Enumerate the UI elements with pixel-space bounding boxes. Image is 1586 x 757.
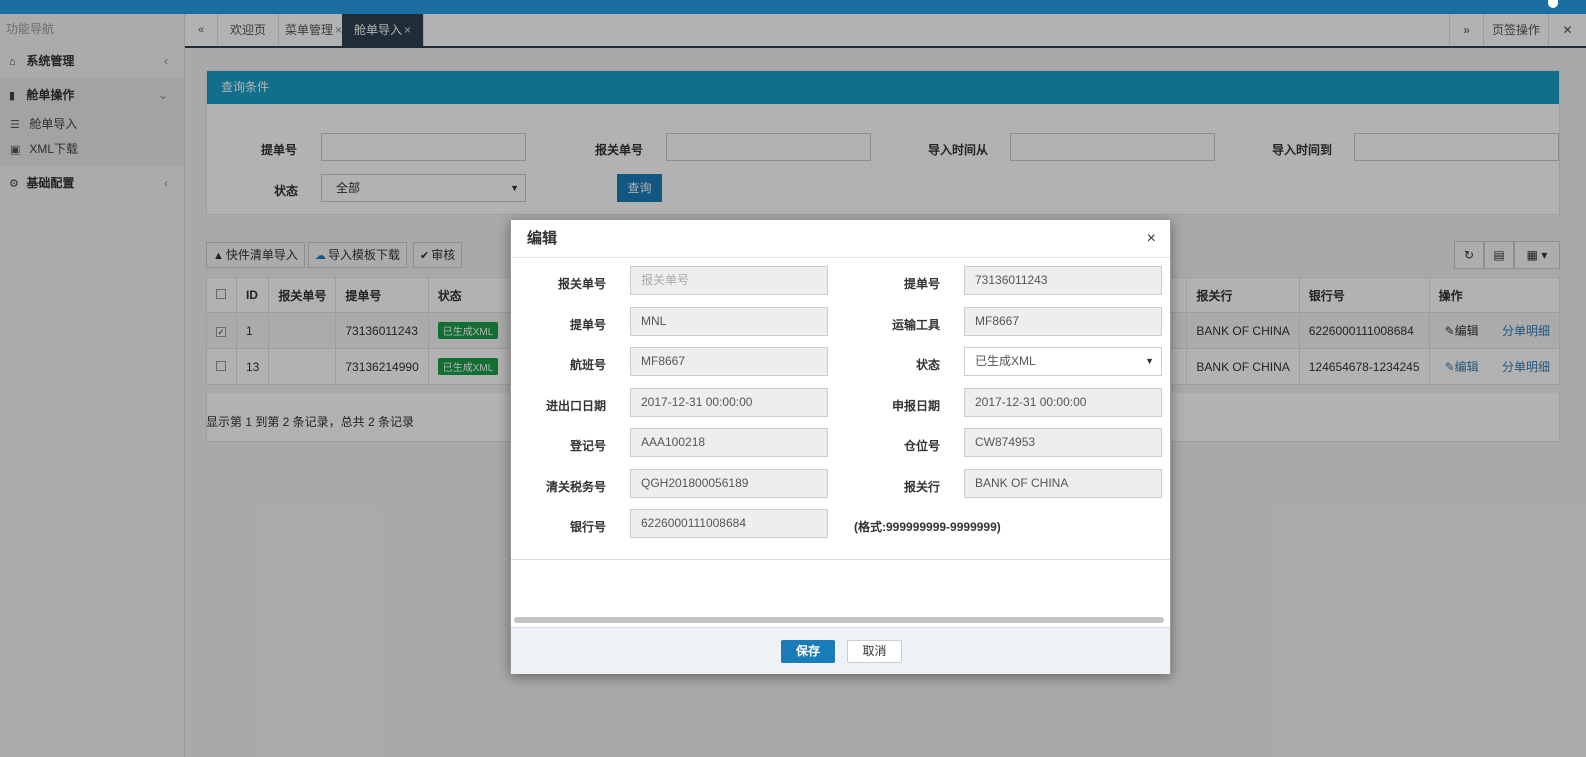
status-select[interactable]: 已生成XML ▼ <box>964 347 1162 376</box>
edit-modal: 编辑 × 报关单号 报关单号 提单号 73136011243 提单号 MNL 运… <box>510 219 1171 674</box>
field-label-status: 状态 <box>915 358 940 372</box>
field-label-transport: 运输工具 <box>891 318 940 332</box>
field-label-reg-no: 登记号 <box>569 439 606 453</box>
field-label-broker: 报关行 <box>903 480 940 494</box>
broker-field[interactable]: BANK OF CHINA <box>964 469 1162 498</box>
field-label-bank-no: 银行号 <box>569 520 606 534</box>
user-avatar-icon[interactable] <box>1548 0 1558 8</box>
modal-title: 编辑 <box>527 230 558 247</box>
field-label-customs-no: 报关单号 <box>557 277 606 291</box>
field-label-io-date: 进出口日期 <box>545 399 606 413</box>
io-date-field[interactable]: 2017-12-31 00:00:00 <box>630 388 828 417</box>
flight-no-field[interactable]: MF8667 <box>630 347 828 376</box>
field-label-bill-no-2: 提单号 <box>569 318 606 332</box>
tax-no-field[interactable]: QGH201800056189 <box>630 469 828 498</box>
modal-header: 编辑 × <box>511 220 1170 258</box>
horizontal-scrollbar[interactable] <box>514 617 1164 623</box>
bill-no-2-field[interactable]: MNL <box>630 307 828 336</box>
customs-no-field[interactable]: 报关单号 <box>630 266 828 295</box>
bank-no-field[interactable]: 6226000111008684 <box>630 509 828 538</box>
modal-divider <box>511 559 1170 560</box>
top-header-bar <box>0 0 1586 14</box>
declare-date-field[interactable]: 2017-12-31 00:00:00 <box>964 388 1162 417</box>
transport-field[interactable]: MF8667 <box>964 307 1162 336</box>
bill-no-field[interactable]: 73136011243 <box>964 266 1162 295</box>
field-label-bin-no: 仓位号 <box>903 439 940 453</box>
modal-footer: 保存 取消 <box>511 627 1170 674</box>
reg-no-field[interactable]: AAA100218 <box>630 428 828 457</box>
field-label-tax-no: 清关税务号 <box>545 480 606 494</box>
status-select-value: 已生成XML <box>975 354 1036 368</box>
field-label-bill-no: 提单号 <box>903 277 940 291</box>
caret-down-icon: ▼ <box>1145 356 1154 366</box>
bin-no-field[interactable]: CW874953 <box>964 428 1162 457</box>
save-button[interactable]: 保存 <box>781 640 835 663</box>
cancel-button[interactable]: 取消 <box>847 640 902 663</box>
field-label-declare-date: 申报日期 <box>891 399 940 413</box>
field-label-flight-no: 航班号 <box>569 358 606 372</box>
close-icon[interactable]: × <box>1147 220 1156 258</box>
bank-no-format-hint: (格式:999999999-9999999) <box>854 520 1001 534</box>
